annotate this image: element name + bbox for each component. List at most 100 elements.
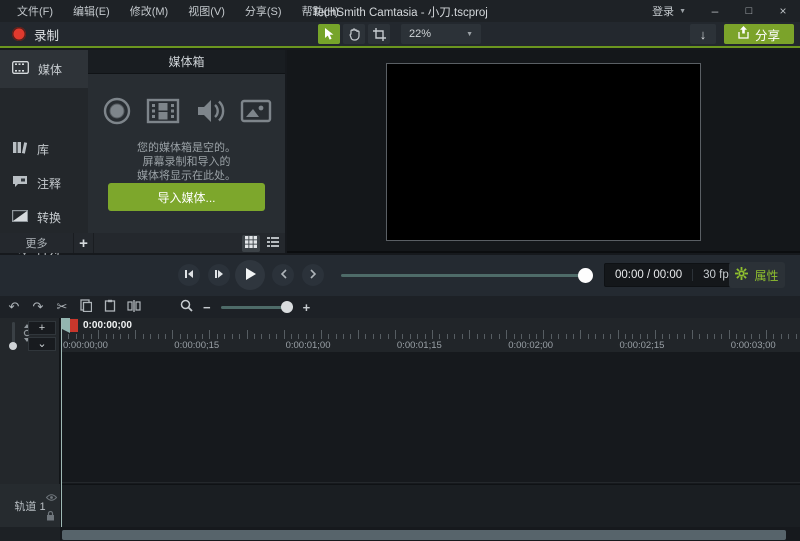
horizontal-scrollbar[interactable] [61, 529, 800, 541]
timeline-zoom-out-button[interactable]: − [203, 300, 211, 315]
next-frame-button[interactable] [302, 264, 324, 286]
split-icon [127, 300, 141, 315]
share-icon [738, 26, 749, 42]
video-preview[interactable] [386, 63, 701, 241]
time-display: 00:00 / 00:00 30 fps [604, 263, 745, 287]
login-label: 登录 [652, 3, 674, 19]
chevron-right-icon [310, 268, 317, 282]
pan-tool-button[interactable] [343, 24, 365, 44]
split-button[interactable] [122, 298, 146, 316]
playhead-out-marker[interactable] [70, 319, 78, 332]
seek-slider-thumb[interactable] [578, 268, 593, 283]
sidebar-item-transitions[interactable]: 转换 [0, 200, 88, 234]
import-media-button[interactable]: 导入媒体... [108, 183, 265, 211]
canvas-area [287, 50, 800, 253]
canvas-zoom-dropdown[interactable]: 22% ▼ [401, 24, 481, 44]
bottom-left-corner [0, 527, 60, 541]
current-total-time: 00:00 / 00:00 [605, 269, 692, 281]
cursor-arrow-icon [323, 27, 335, 41]
timeline: + ⌄ 0:00:00;000:00:00;150:00:01;000:00:0… [0, 318, 800, 541]
video-clip-icon [146, 96, 180, 129]
ruler-time-label: 0:00:00;00 [63, 340, 108, 351]
paste-icon [104, 299, 116, 315]
seek-slider[interactable] [341, 274, 587, 277]
timeline-ruler[interactable]: 0:00:00;000:00:00;150:00:01;000:00:01;15… [61, 318, 800, 352]
playhead-marker[interactable] [61, 318, 70, 333]
magnifier-icon[interactable] [180, 299, 193, 315]
gear-icon [735, 267, 748, 283]
properties-button[interactable]: 属性 [729, 262, 785, 288]
jump-start-button[interactable] [178, 264, 200, 286]
ruler-time-label: 0:00:02;00 [508, 340, 553, 351]
menu-bar: 文件(F) 编辑(E) 修改(M) 视图(V) 分享(S) 帮助(H) [0, 0, 348, 22]
share-label: 分享 [755, 25, 780, 44]
ruler-time-label: 0:00:02;15 [620, 340, 665, 351]
media-bin-empty-text: 您的媒体箱是空的。 屏幕录制和导入的 媒体将显示在此处。 [88, 141, 285, 183]
speech-bubble-icon [12, 175, 28, 191]
undo-button[interactable]: ↶ [2, 298, 26, 316]
menu-file[interactable]: 文件(F) [8, 0, 62, 22]
crop-icon [373, 28, 386, 41]
timeline-toolbar: ↶ ↷ ✂ − + [0, 296, 800, 318]
play-button[interactable] [235, 260, 265, 290]
share-button[interactable]: 分享 [724, 24, 794, 44]
minimize-button[interactable]: – [698, 0, 732, 22]
step-back-icon [184, 268, 194, 282]
sidebar-item-library[interactable]: 库 [0, 132, 88, 166]
sidebar-item-media[interactable]: 媒体 [0, 50, 88, 88]
record-label: 录制 [34, 25, 59, 44]
track1-controls [46, 490, 57, 524]
sidebar-add-button[interactable]: + [74, 233, 94, 253]
media-bin-bottom-bar [94, 233, 285, 253]
horizontal-scrollbar-thumb[interactable] [62, 530, 786, 540]
track-height-thumb[interactable] [9, 342, 17, 350]
maximize-button[interactable]: □ [732, 0, 766, 22]
ruler-time-label: 0:00:03;00 [731, 340, 776, 351]
media-icon [12, 61, 29, 77]
grid-view-button[interactable] [242, 235, 260, 252]
copy-icon [80, 299, 92, 315]
playhead-line[interactable] [61, 318, 62, 527]
menu-share[interactable]: 分享(S) [236, 0, 291, 22]
record-button[interactable]: 录制 [0, 22, 71, 46]
timeline-zoom-slider[interactable] [221, 306, 293, 309]
menu-modify[interactable]: 修改(M) [121, 0, 178, 22]
list-view-button[interactable] [264, 235, 282, 252]
cut-button[interactable]: ✂ [50, 298, 74, 316]
paste-button[interactable] [98, 298, 122, 316]
timeline-zoom-in-button[interactable]: + [303, 300, 311, 315]
timeline-empty-area[interactable] [61, 352, 800, 483]
redo-button[interactable]: ↷ [26, 298, 50, 316]
canvas-zoom-value: 22% [409, 28, 431, 40]
timeline-zoom-thumb[interactable] [281, 301, 293, 313]
track-options-button[interactable]: ⌄ [28, 337, 56, 351]
track1-lane[interactable] [61, 484, 800, 527]
login-menu[interactable]: 登录 ▼ [640, 3, 698, 19]
previous-frame-button[interactable] [272, 264, 294, 286]
undo-icon: ↶ [9, 299, 20, 315]
eye-icon[interactable] [46, 490, 57, 504]
step-forward-button[interactable] [208, 264, 230, 286]
add-track-button[interactable]: + [28, 321, 56, 335]
transition-icon [12, 210, 28, 225]
export-local-button[interactable]: ↓ [690, 24, 716, 44]
menu-view[interactable]: 视图(V) [179, 0, 234, 22]
cursor-tool-button[interactable] [318, 24, 340, 44]
sidebar-item-label: 库 [37, 141, 49, 158]
menu-edit[interactable]: 编辑(E) [64, 0, 119, 22]
properties-label: 属性 [754, 267, 778, 284]
chevron-down-icon: ▼ [466, 31, 473, 38]
copy-button[interactable] [74, 298, 98, 316]
playback-bar: 00:00 / 00:00 30 fps 属性 [0, 255, 800, 296]
title-bar: 文件(F) 编辑(E) 修改(M) 视图(V) 分享(S) 帮助(H) Tech… [0, 0, 800, 22]
sidebar-item-annotations[interactable]: 注释 [0, 166, 88, 200]
grid-view-icon [245, 236, 257, 251]
ruler-time-label: 0:00:01;00 [286, 340, 331, 351]
sidebar-item-label: 媒体 [38, 61, 62, 78]
crop-tool-button[interactable] [368, 24, 390, 44]
sidebar-more-button[interactable]: 更多 [0, 233, 74, 253]
window-title: TechSmith Camtasia - 小刀.tscproj [312, 4, 488, 20]
track-height-slider[interactable] [12, 322, 15, 344]
close-button[interactable]: × [766, 0, 800, 22]
lock-icon[interactable] [46, 510, 57, 524]
